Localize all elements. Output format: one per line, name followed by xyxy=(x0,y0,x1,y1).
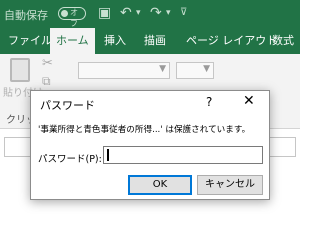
tab-insert[interactable]: 挿入 xyxy=(104,28,126,54)
redo-icon[interactable]: ↷ xyxy=(150,3,162,23)
tab-draw[interactable]: 描画 xyxy=(144,28,166,54)
password-label: パスワード(P): xyxy=(38,154,102,165)
toggle-knob xyxy=(61,10,68,17)
title-bar: 自動保存 オフ ▣ ↶ ▾ ↷ ▾ ⊽ xyxy=(0,0,300,28)
cancel-button[interactable]: キャンセル xyxy=(197,175,263,195)
protection-message: '事業所得と青色事従者の所得...' は保護されています。 xyxy=(38,125,251,135)
cut-icon[interactable]: ✂ xyxy=(42,56,53,71)
autosave-label: 自動保存 xyxy=(4,9,48,22)
text-caret xyxy=(107,149,109,161)
paste-icon[interactable] xyxy=(10,58,30,82)
redo-dropdown-icon[interactable]: ▾ xyxy=(166,3,171,23)
autosave-toggle[interactable]: オフ xyxy=(58,7,86,28)
tab-file[interactable]: ファイル xyxy=(8,28,52,54)
font-name-combo[interactable]: ▼ xyxy=(78,62,170,79)
help-icon[interactable]: ? xyxy=(206,95,212,109)
tab-formulas[interactable]: 数式 xyxy=(272,28,294,54)
tab-page-layout[interactable]: ページ レイアウト xyxy=(186,28,277,54)
close-icon[interactable]: ✕ xyxy=(243,93,255,109)
font-size-combo[interactable]: ▼ xyxy=(176,62,214,79)
dialog-title: パスワード xyxy=(40,99,95,112)
save-icon[interactable]: ▣ xyxy=(98,3,111,23)
ok-button[interactable]: OK xyxy=(128,175,192,195)
password-field[interactable] xyxy=(103,146,263,164)
ribbon-tab-bar: ファイル ホーム 挿入 描画 ページ レイアウト 数式 xyxy=(0,28,300,54)
password-dialog: パスワード ? ✕ '事業所得と青色事従者の所得...' は保護されています。 … xyxy=(30,90,270,200)
tab-home[interactable]: ホーム xyxy=(50,28,95,54)
chevron-down-icon: ▼ xyxy=(203,64,210,74)
undo-dropdown-icon[interactable]: ▾ xyxy=(136,3,141,23)
chevron-down-icon: ▼ xyxy=(159,64,166,74)
copy-icon[interactable]: ⧉ xyxy=(42,74,51,89)
autosave-state: オフ xyxy=(70,8,78,28)
undo-icon[interactable]: ↶ xyxy=(120,3,132,23)
customize-icon[interactable]: ⊽ xyxy=(180,3,187,23)
